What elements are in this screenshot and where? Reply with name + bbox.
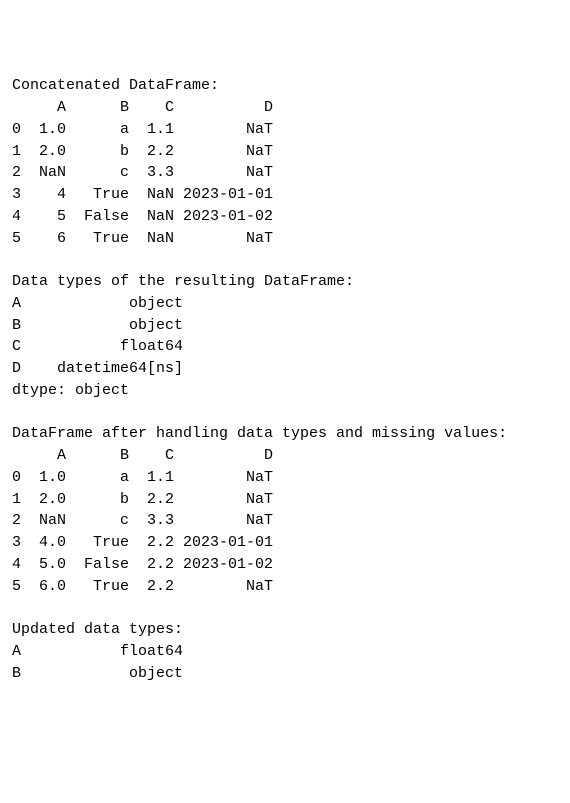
table-header: A B C D <box>12 97 558 119</box>
table-row: 1 2.0 b 2.2 NaT <box>12 141 558 163</box>
table-row: 5 6.0 True 2.2 NaT <box>12 576 558 598</box>
table-header: A B C D <box>12 445 558 467</box>
table-row: 2 NaN c 3.3 NaT <box>12 510 558 532</box>
table-row: 0 1.0 a 1.1 NaT <box>12 467 558 489</box>
table-row: 4 5 False NaN 2023-01-02 <box>12 206 558 228</box>
section-title: DataFrame after handling data types and … <box>12 423 558 445</box>
section-title: Updated data types: <box>12 619 558 641</box>
dtype-row: B object <box>12 663 558 685</box>
blank-line <box>12 249 558 271</box>
blank-line <box>12 597 558 619</box>
dtype-row: dtype: object <box>12 380 558 402</box>
dtype-row: A object <box>12 293 558 315</box>
table-row: 3 4 True NaN 2023-01-01 <box>12 184 558 206</box>
dtype-row: D datetime64[ns] <box>12 358 558 380</box>
dtype-row: A float64 <box>12 641 558 663</box>
section-title: Concatenated DataFrame: <box>12 75 558 97</box>
dtype-row: C float64 <box>12 336 558 358</box>
dtype-row: B object <box>12 315 558 337</box>
table-row: 4 5.0 False 2.2 2023-01-02 <box>12 554 558 576</box>
table-row: 5 6 True NaN NaT <box>12 228 558 250</box>
table-row: 0 1.0 a 1.1 NaT <box>12 119 558 141</box>
section-title: Data types of the resulting DataFrame: <box>12 271 558 293</box>
table-row: 3 4.0 True 2.2 2023-01-01 <box>12 532 558 554</box>
table-row: 1 2.0 b 2.2 NaT <box>12 489 558 511</box>
output-text: Concatenated DataFrame: A B C D0 1.0 a 1… <box>12 75 558 684</box>
blank-line <box>12 402 558 424</box>
table-row: 2 NaN c 3.3 NaT <box>12 162 558 184</box>
